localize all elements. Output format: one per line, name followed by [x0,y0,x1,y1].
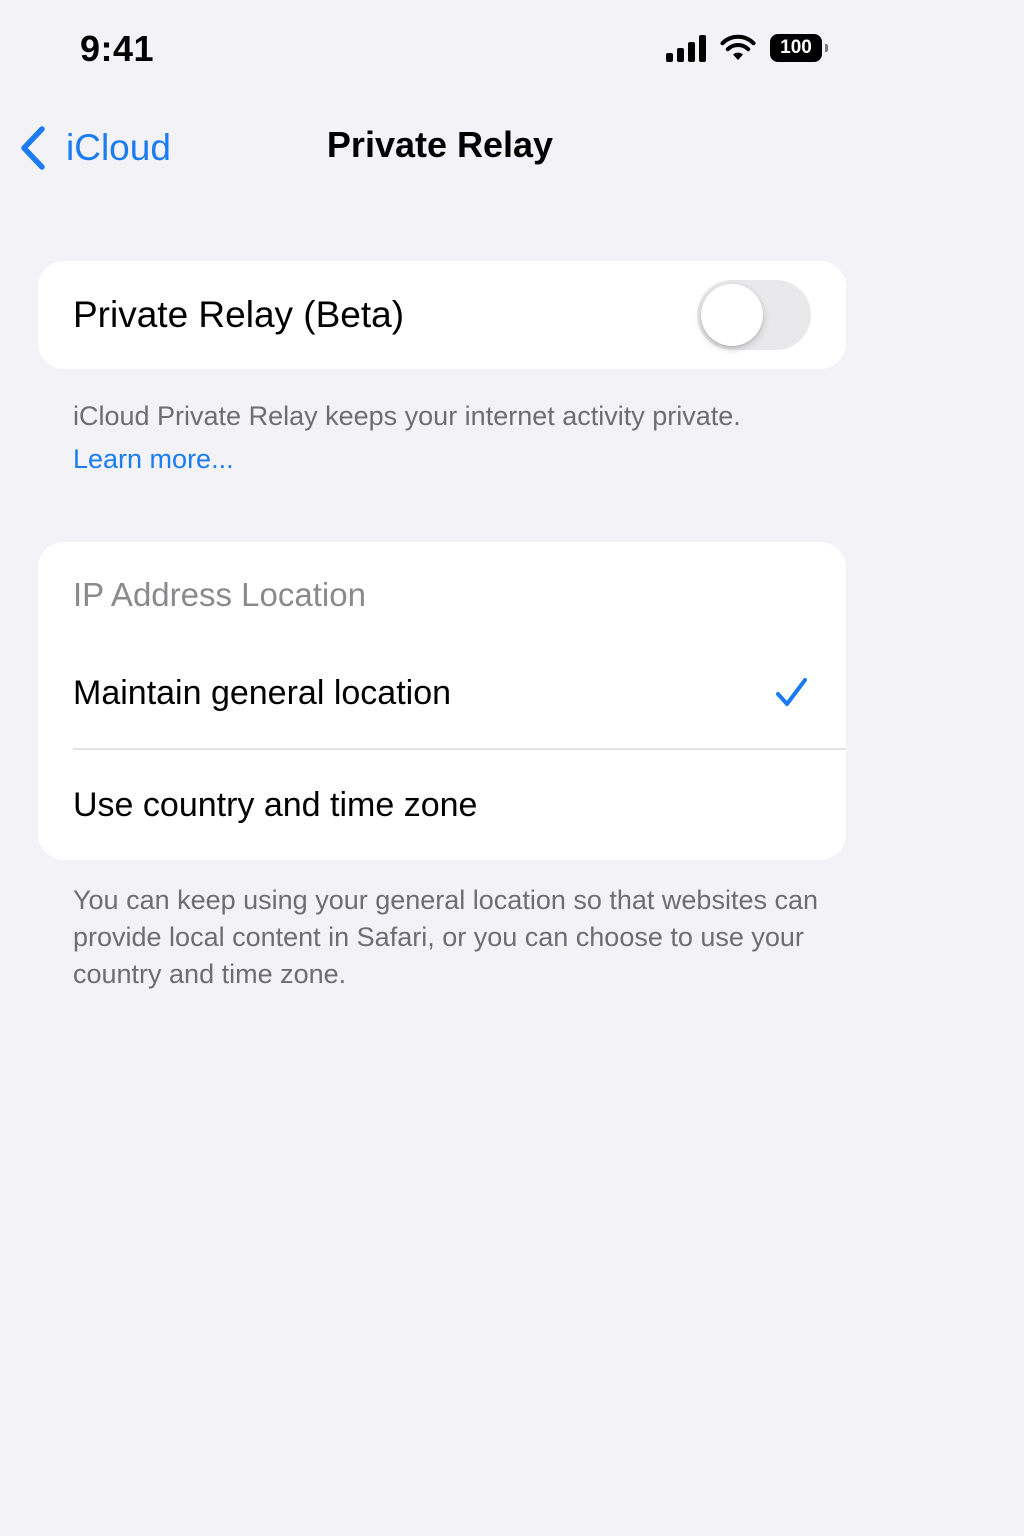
status-icons: 100 [666,30,828,66]
ip-address-location-card: IP Address Location Maintain general loc… [38,542,846,860]
row-divider [73,748,846,750]
toggle-knob [701,284,763,346]
private-relay-label: Private Relay (Beta) [73,294,405,335]
ip-address-location-header: IP Address Location [73,576,366,613]
private-relay-toggle[interactable] [697,280,811,350]
cellular-signal-icon [666,34,706,62]
option-label: Maintain general location [73,674,452,712]
wifi-icon [720,34,756,60]
option-label: Use country and time zone [73,786,478,824]
checkmark-icon [776,678,807,706]
option-use-country-and-time-zone[interactable]: Use country and time zone [38,752,846,860]
page-title: Private Relay [326,124,554,165]
private-relay-description: iCloud Private Relay keeps your internet… [73,401,741,431]
settings-screen: 9:41 100 iCloud Private Relay Private Re… [0,0,1024,1536]
status-time: 9:41 [80,28,155,69]
battery-icon: 100 [770,34,828,62]
private-relay-footer: iCloud Private Relay keeps your internet… [73,395,833,481]
ip-address-location-footer: You can keep using your general location… [73,885,818,989]
battery-percent: 100 [780,37,812,58]
status-bar: 9:41 100 [0,0,1024,96]
learn-more-link[interactable]: Learn more... [73,438,833,481]
private-relay-card: Private Relay (Beta) [38,261,846,369]
option-maintain-general-location[interactable]: Maintain general location [38,640,846,748]
